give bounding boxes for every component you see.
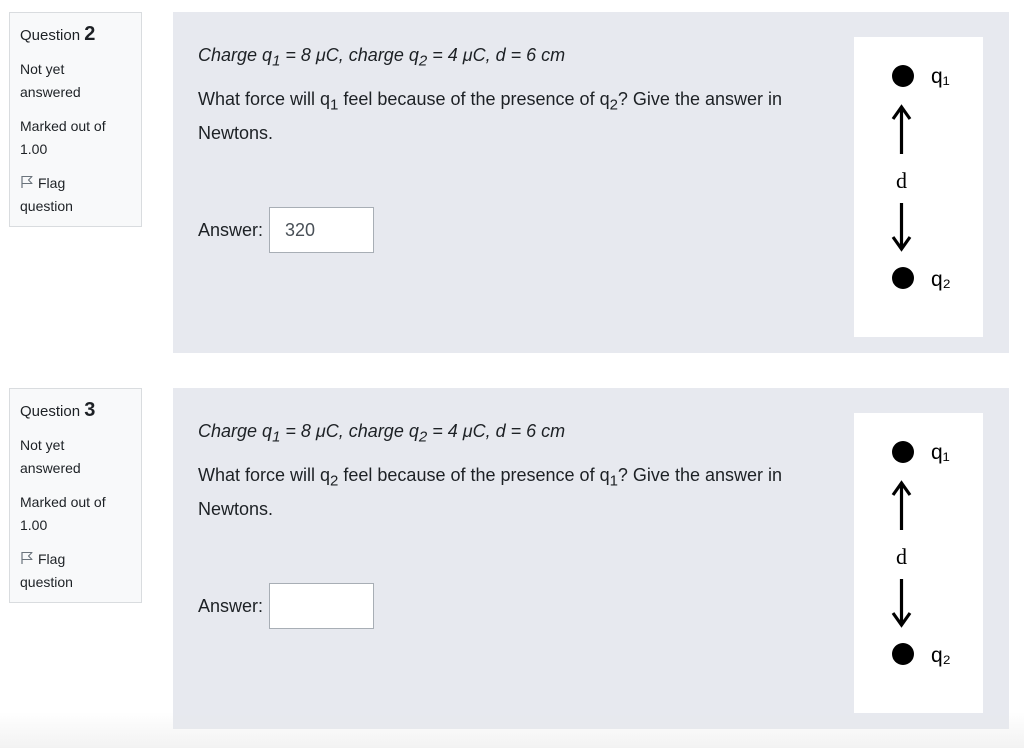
question-grade: Marked out of 1.00 — [20, 494, 106, 533]
charge-q2-dot — [892, 643, 914, 665]
question-info-panel: Question 2 Not yet answered Marked out o… — [9, 12, 142, 227]
charge-q1-label: q₁ — [931, 65, 950, 88]
flag-icon — [21, 175, 33, 188]
charge-q2-label: q₂ — [931, 268, 951, 291]
arrow-up-icon — [891, 104, 912, 154]
answer-row: Answer: 320 — [198, 206, 375, 254]
charge-diagram: q₁ d q₂ — [854, 37, 983, 337]
arrow-down-icon — [891, 203, 912, 252]
page-bottom-shadow — [0, 712, 1024, 748]
answer-label: Answer: — [198, 219, 264, 240]
question-text: Charge q1 = 8 μC, charge q2 = 4 μC, d = … — [198, 41, 848, 148]
question-info-panel: Question 3 Not yet answered Marked out o… — [9, 388, 142, 603]
question-state: Not yet answered — [20, 61, 81, 100]
distance-label: d — [896, 168, 907, 193]
answer-label: Answer: — [198, 595, 264, 616]
flag-icon — [21, 551, 33, 564]
charge-q2-dot — [892, 267, 914, 289]
charge-q1-dot — [892, 65, 914, 87]
flag-question-link[interactable]: Flag question — [20, 548, 131, 594]
flag-question-link[interactable]: Flag question — [20, 172, 131, 218]
charge-q1-dot — [892, 441, 914, 463]
distance-label: d — [896, 544, 907, 569]
question-content: Charge q1 = 8 μC, charge q2 = 4 μC, d = … — [173, 12, 1009, 353]
charges-statement: Charge q1 = 8 μC, charge q2 = 4 μC, d = … — [198, 45, 566, 70]
question-prompt: What force will q1 feel because of the p… — [198, 88, 783, 144]
arrow-up-icon — [891, 480, 912, 530]
question-number: Question 2 — [20, 23, 96, 45]
question-text: Charge q1 = 8 μC, charge q2 = 4 μC, d = … — [198, 417, 848, 524]
question-prompt: What force will q2 feel because of the p… — [198, 464, 783, 520]
arrow-down-icon — [891, 579, 912, 628]
charge-diagram: q₁ d q₂ — [854, 413, 983, 713]
question-state: Not yet answered — [20, 437, 81, 476]
answer-row: Answer: — [198, 582, 375, 630]
charge-q1-label: q₁ — [931, 441, 950, 464]
charges-statement: Charge q1 = 8 μC, charge q2 = 4 μC, d = … — [198, 421, 566, 446]
question-number: Question 3 — [20, 399, 96, 421]
question-grade: Marked out of 1.00 — [20, 118, 106, 157]
question-content: Charge q1 = 8 μC, charge q2 = 4 μC, d = … — [173, 388, 1009, 729]
answer-input[interactable]: 320 — [269, 207, 375, 253]
charge-q2-label: q₂ — [931, 644, 951, 667]
answer-input[interactable] — [269, 583, 375, 629]
